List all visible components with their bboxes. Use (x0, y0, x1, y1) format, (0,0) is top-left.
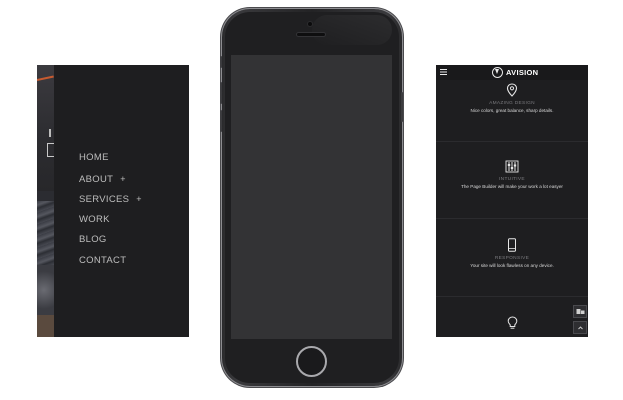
section-divider (436, 218, 588, 219)
background-photo (37, 65, 54, 337)
map-pin-icon (506, 83, 518, 97)
lightbulb-icon (507, 316, 517, 329)
hamburger-menu-icon[interactable] (440, 69, 447, 75)
menu-item-label: WORK (79, 213, 110, 225)
scroll-top-button[interactable] (573, 321, 587, 334)
feature-title: RESPONSIVE (494, 256, 530, 261)
expand-plus-icon[interactable]: + (120, 174, 126, 184)
front-camera (308, 22, 312, 26)
volume-down-button (220, 110, 222, 132)
feature-description: The Page Builder will make your work a l… (461, 184, 563, 189)
menu-item-contact[interactable]: CONTACT (79, 251, 142, 272)
menu-item-about[interactable]: ABOUT + (79, 169, 142, 190)
sliders-icon (505, 160, 519, 173)
feature-responsive: RESPONSIVE Your site will look flawless … (436, 238, 588, 269)
earpiece-speaker (297, 33, 325, 36)
layout-switch-button[interactable] (573, 305, 587, 318)
feature-title: AMAZING DESIGN (489, 101, 535, 106)
top-bar: AVISION (436, 65, 588, 80)
menu-item-label: CONTACT (79, 254, 127, 266)
mute-switch (220, 56, 222, 68)
brand-logo-icon[interactable] (492, 67, 503, 78)
feature-intuitive: INTUITIVE The Page Builder will make you… (436, 160, 588, 190)
feature-amazing-design: AMAZING DESIGN Nice colors, great balanc… (436, 83, 588, 114)
brand-name[interactable]: AVISION (506, 68, 538, 77)
menu-panel: HOME ABOUT + SERVICES + WORK BLOG CONTACT (54, 65, 189, 337)
menu-item-label: BLOG (79, 234, 107, 245)
menu-item-label: HOME (79, 152, 109, 163)
nav-menu: HOME ABOUT + SERVICES + WORK BLOG CONTACT (79, 148, 142, 271)
power-button (401, 92, 403, 122)
volume-up-button (220, 82, 222, 104)
feature-description: Nice colors, great balance, sharp detail… (470, 108, 554, 113)
expand-plus-icon[interactable]: + (136, 194, 142, 204)
layout-icon (576, 309, 585, 314)
section-divider (436, 296, 588, 297)
menu-item-label: SERVICES (79, 194, 130, 205)
menu-item-home[interactable]: HOME (79, 148, 142, 169)
chevron-up-icon (578, 326, 583, 330)
menu-item-label: ABOUT (79, 173, 114, 185)
right-screen: AVISION AMAZING DESIGN Nice colors, grea… (436, 65, 588, 337)
feature-lightbulb (436, 316, 588, 330)
home-button[interactable] (296, 346, 327, 377)
feature-description: Your site will look flawless on any devi… (470, 263, 554, 268)
phone-screen (231, 55, 392, 339)
mobile-icon (508, 238, 516, 252)
menu-item-services[interactable]: SERVICES + (79, 189, 142, 210)
menu-item-work[interactable]: WORK (79, 210, 142, 231)
section-divider (436, 141, 588, 142)
feature-title: INTUITIVE (499, 177, 525, 182)
left-screen: HOME ABOUT + SERVICES + WORK BLOG CONTACT (37, 65, 189, 337)
menu-item-blog[interactable]: BLOG (79, 230, 142, 251)
